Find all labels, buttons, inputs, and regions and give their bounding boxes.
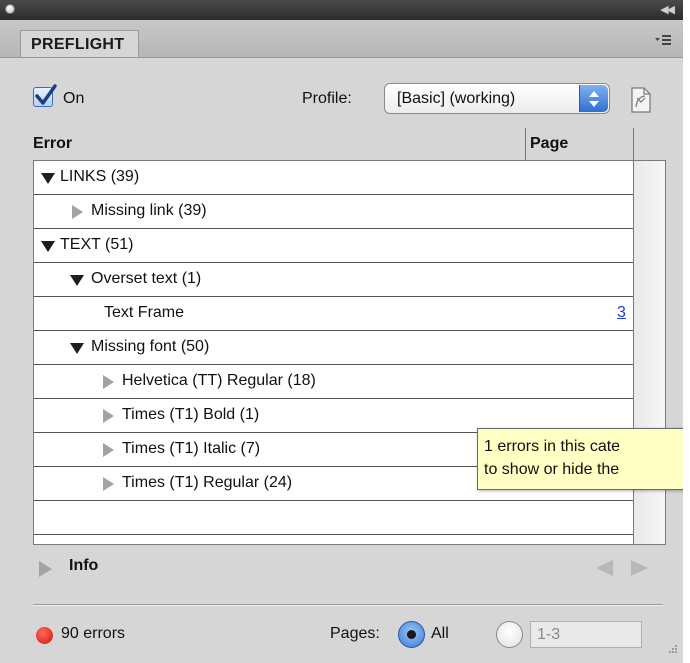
panel-tabbar: PREFLIGHT [0,20,683,58]
close-icon[interactable] [5,4,15,14]
panel-titlebar: ◀◀ [0,0,683,20]
row-label: Helvetica (TT) Regular (18) [122,372,316,389]
collapsed-triangle-icon[interactable] [69,204,85,220]
row-label: TEXT (51) [60,236,134,253]
collapsed-triangle-icon[interactable] [100,408,116,424]
pages-range-input[interactable] [530,621,642,648]
error-status-icon [36,627,53,644]
table-row[interactable]: Overset text (1) [34,263,633,297]
column-divider[interactable] [633,128,634,160]
collapsed-triangle-icon[interactable] [100,476,116,492]
table-row[interactable]: TEXT (51) [34,229,633,263]
collapsed-triangle-icon[interactable] [100,374,116,390]
table-row[interactable]: Missing font (50) [34,331,633,365]
row-label: Times (T1) Regular (24) [122,474,293,491]
profile-label: Profile: [302,90,352,107]
tab-preflight[interactable]: PREFLIGHT [20,30,139,57]
table-row[interactable]: Missing link (39) [34,195,633,229]
profile-select[interactable]: [Basic] (working) [384,83,610,114]
tab-label: PREFLIGHT [31,36,125,53]
double-chevron-right-icon[interactable]: ◀◀ [660,2,675,18]
panel-menu-icon[interactable] [655,33,671,47]
table-row[interactable]: Text Frame 3 [34,297,633,331]
expanded-triangle-icon[interactable] [40,170,56,186]
pages-label: Pages: [330,625,380,642]
row-label: Overset text (1) [91,270,202,287]
table-row[interactable]: LINKS (39) [34,161,633,195]
tooltip-line: to show or hide the [484,461,620,478]
info-section: Info [33,556,673,580]
expanded-triangle-icon[interactable] [40,238,56,254]
profile-value: [Basic] (working) [397,90,516,107]
preflight-panel: ◀◀ PREFLIGHT On Profile: [Basic] (workin… [0,0,683,663]
row-label: Missing link (39) [91,202,207,219]
page-link[interactable]: 3 [617,304,626,322]
pages-all-label: All [431,625,449,642]
info-label[interactable]: Info [69,557,98,575]
collapsed-triangle-icon[interactable] [100,442,116,458]
table-header: Error Page [33,128,666,160]
tooltip: 1 errors in this cate to show or hide th… [477,428,683,490]
next-arrow-icon[interactable] [629,559,651,577]
expand-triangle-icon[interactable] [36,560,54,578]
errors-count[interactable]: 90 errors [61,625,125,643]
resize-grip-icon[interactable] [664,642,678,656]
row-label: LINKS (39) [60,168,140,185]
define-profiles-icon[interactable] [625,85,655,115]
pages-all-radio[interactable] [398,621,425,648]
column-header-error[interactable]: Error [33,135,72,153]
checkmark-icon [35,84,57,105]
expanded-triangle-icon[interactable] [69,340,85,356]
tooltip-line: 1 errors in this cate [484,438,621,455]
divider [33,604,663,606]
expanded-triangle-icon[interactable] [69,272,85,288]
row-label: Text Frame [104,304,185,321]
on-checkbox[interactable] [33,84,57,107]
column-divider[interactable] [525,128,526,160]
row-label: Times (T1) Bold (1) [122,406,260,423]
on-label: On [63,90,85,107]
row-label: Times (T1) Italic (7) [122,440,261,457]
row-label: Missing font (50) [91,338,210,355]
column-header-page[interactable]: Page [530,135,568,153]
table-row[interactable]: Helvetica (TT) Regular (18) [34,365,633,399]
previous-arrow-icon[interactable] [593,559,615,577]
up-down-arrows-icon [579,85,608,112]
pages-range-radio[interactable] [496,621,523,648]
empty-row [34,501,633,535]
